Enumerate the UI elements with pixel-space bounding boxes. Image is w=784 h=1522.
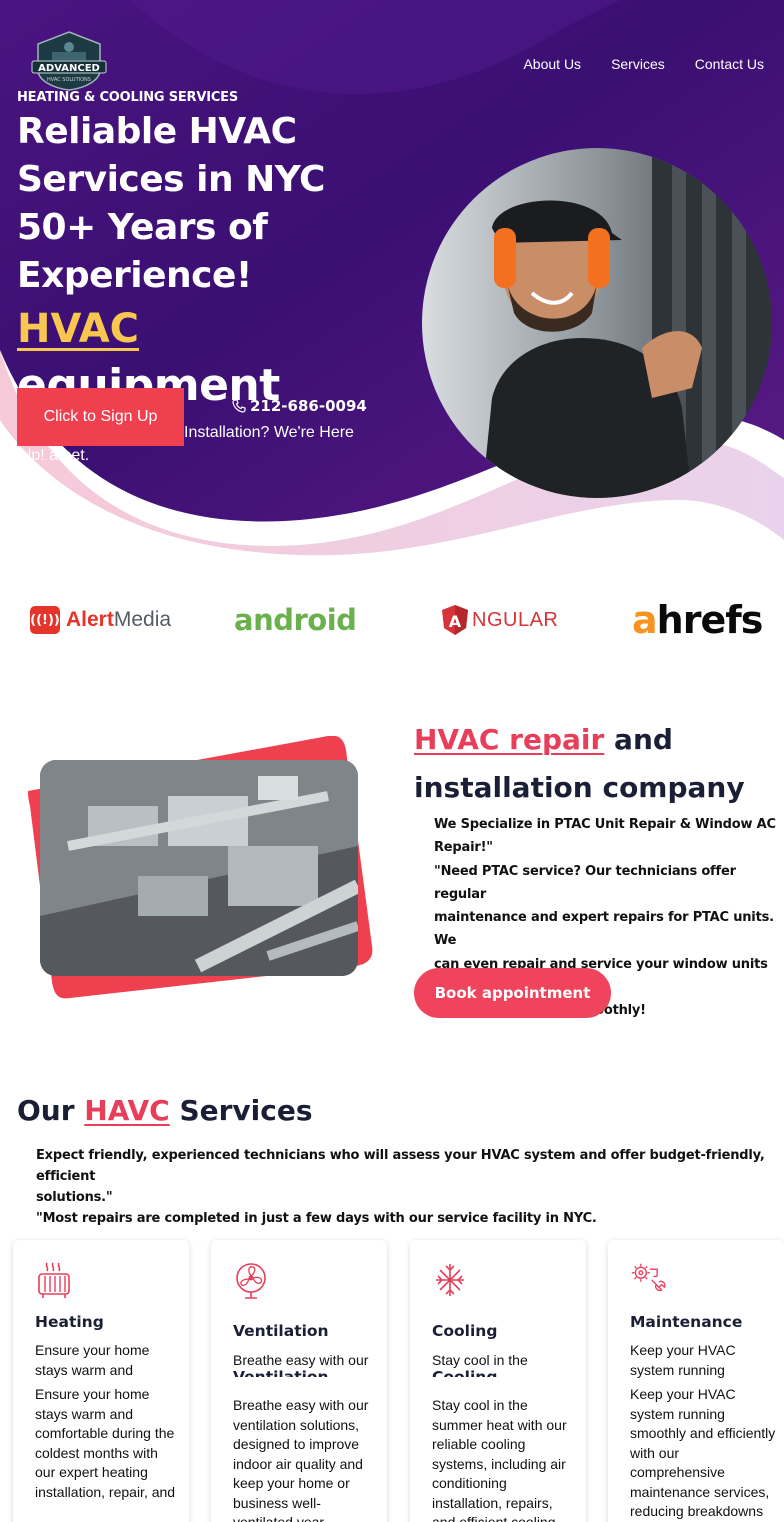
service-card-title-ghost: Cooling: [432, 1368, 498, 1377]
phone-number: 212-686-0094: [250, 397, 367, 415]
rooftop-hvac-image: [28, 735, 373, 999]
alertmedia-text-media: Media: [113, 608, 172, 631]
service-card-title: Ventilation: [233, 1322, 329, 1340]
service-card-title: Maintenance: [630, 1313, 743, 1331]
hero-headline-line: Services in NYC: [17, 159, 325, 200]
hero-phone[interactable]: 212-686-0094: [232, 397, 367, 415]
phone-icon: [232, 399, 246, 413]
about-title: HVAC repair and installation company: [414, 716, 774, 812]
hero-section: ADVANCED HVAC SOLUTIONS About Us Service…: [0, 0, 784, 560]
service-card-short: Ensure your home stays warm and: [35, 1342, 150, 1378]
snowflake-icon: [436, 1264, 464, 1296]
main-nav: About Us Services Contact Us: [523, 56, 764, 72]
services-intro-line: solutions.": [36, 1190, 113, 1205]
service-card-title: Heating: [35, 1313, 104, 1331]
alertmedia-text-alert: Alert: [66, 608, 114, 631]
company-logo[interactable]: ADVANCED HVAC SOLUTIONS: [28, 30, 110, 92]
hero-tagline-line: o Help! amet.: [0, 447, 90, 464]
alertmedia-logo: ((!)) Alert Media: [30, 596, 171, 644]
about-body-line: Repair!": [434, 840, 493, 856]
services-title-pre: Our: [17, 1094, 85, 1127]
nav-about-us[interactable]: About Us: [523, 56, 581, 72]
hero-headline-line: Experience!: [17, 255, 252, 296]
service-card-description: Keep your HVAC system running smoothly a…: [630, 1386, 776, 1519]
hero-headline-line: 50+ Years of: [17, 207, 268, 248]
ahrefs-letter-a: a: [632, 598, 658, 642]
service-card-cooling[interactable]: Cooling Stay cool in the Cooling Stay co…: [410, 1240, 586, 1522]
hero-eyebrow: HEATING & COOLING SERVICES: [17, 90, 239, 105]
services-intro-line: "Most repairs are completed in just a fe…: [36, 1211, 597, 1226]
service-card-description: Stay cool in the summer heat with our re…: [432, 1397, 567, 1522]
service-card-description: Ensure your home stays warm and comforta…: [35, 1386, 176, 1500]
hero-accent-word: HVAC: [17, 306, 140, 352]
service-card-heating[interactable]: Heating Ensure your home stays warm and …: [13, 1240, 189, 1522]
services-intro-line: Expect friendly, experienced technicians…: [36, 1148, 765, 1184]
about-body-line: "Need PTAC service? Our technicians offe…: [434, 863, 736, 902]
android-logo: android: [234, 603, 357, 637]
ahrefs-text: hrefs: [656, 598, 764, 642]
services-title: Our HAVC Services: [17, 1094, 313, 1127]
about-body-line: We Specialize in PTAC Unit Repair & Wind…: [434, 817, 776, 832]
service-card-title: Cooling: [432, 1322, 498, 1340]
hero-headline-line: Reliable HVAC: [17, 111, 297, 152]
technician-image: [422, 148, 772, 498]
gear-wrench-icon: [631, 1263, 666, 1292]
angular-logo: A NGULAR: [441, 596, 558, 644]
angular-shield-icon: A: [442, 605, 468, 635]
services-title-accent: HAVC: [84, 1094, 170, 1127]
logo-subtext: HVAC SOLUTIONS: [47, 77, 91, 83]
signup-button[interactable]: Click to Sign Up: [17, 388, 184, 446]
partner-logos: ((!)) Alert Media android A NGULAR a href…: [0, 596, 784, 646]
book-appointment-button[interactable]: Book appointment: [414, 968, 611, 1018]
angular-text: NGULAR: [472, 608, 559, 631]
logo-text: ADVANCED: [38, 63, 100, 74]
services-intro: Expect friendly, experienced technicians…: [36, 1145, 778, 1229]
service-card-title-ghost: Ventilation: [233, 1368, 329, 1377]
service-card-ventilation[interactable]: Ventilation Breathe easy with our Ventil…: [211, 1240, 387, 1522]
nav-services[interactable]: Services: [611, 56, 665, 72]
angular-mark-letter: A: [449, 612, 462, 631]
alert-icon: ((!)): [30, 606, 60, 634]
service-card-description: Breathe easy with our ventilation soluti…: [233, 1397, 369, 1522]
service-card-short: Breathe easy with our: [233, 1352, 369, 1368]
service-card-short: Keep your HVAC system running: [630, 1342, 736, 1378]
nav-contact-us[interactable]: Contact Us: [695, 56, 764, 72]
hero-headline: Reliable HVAC Services in NYC 50+ Years …: [17, 108, 347, 300]
technician-photo: [422, 148, 772, 498]
ahrefs-logo: a hrefs: [632, 596, 764, 644]
service-card-short: Stay cool in the: [432, 1352, 528, 1368]
about-title-accent: HVAC repair: [414, 723, 605, 756]
services-title-post: Services: [169, 1094, 313, 1127]
service-card-maintenance[interactable]: Maintenance Keep your HVAC system runnin…: [608, 1240, 784, 1522]
about-image-frame: [28, 735, 374, 1002]
heater-icon: [38, 1262, 70, 1298]
fan-icon: [236, 1263, 266, 1299]
about-body-line: maintenance and expert repairs for PTAC …: [434, 910, 774, 949]
